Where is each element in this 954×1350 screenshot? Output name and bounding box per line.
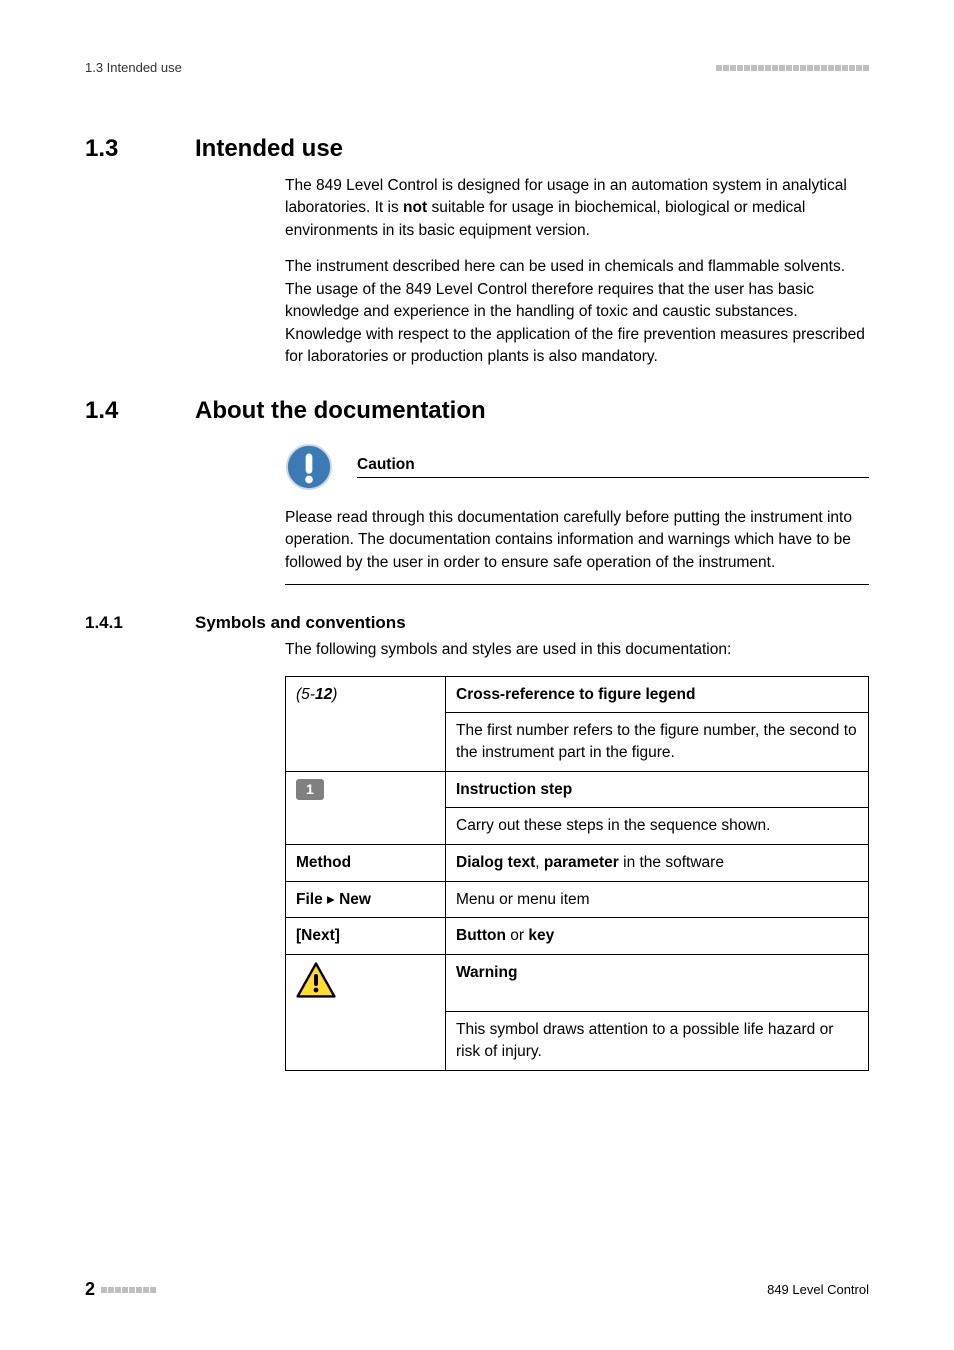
subsection-number: 1.4.1 [85, 613, 195, 633]
section-1-3-para-1: The 849 Level Control is designed for us… [285, 175, 869, 242]
method-desc: Dialog text, parameter in the software [446, 845, 869, 882]
table-row: Warning [286, 955, 869, 1012]
page-footer: 2 849 Level Control [85, 1279, 869, 1300]
next-desc: Button or key [446, 918, 869, 955]
instruction-step-title: Instruction step [446, 771, 869, 808]
table-row: 1 Instruction step [286, 771, 869, 808]
caution-header: Caution [285, 443, 869, 491]
method-key: Method [286, 845, 446, 882]
subsection-title: Symbols and conventions [195, 613, 406, 633]
section-number: 1.4 [85, 397, 195, 425]
table-row: This symbol draws attention to a possibl… [286, 1012, 869, 1070]
cross-ref-title: Cross-reference to figure legend [446, 676, 869, 713]
subsection-intro: The following symbols and styles are use… [285, 639, 869, 661]
caution-label: Caution [357, 456, 869, 477]
file-new-key: File ▸ New [286, 881, 446, 918]
header-section-ref: 1.3 Intended use [85, 60, 182, 75]
warning-symbol-cell [286, 955, 446, 1012]
section-number: 1.3 [85, 135, 195, 163]
file-new-desc: Menu or menu item [446, 881, 869, 918]
warning-body: This symbol draws attention to a possibl… [446, 1012, 869, 1070]
subsection-heading-1-4-1: 1.4.1 Symbols and conventions [85, 613, 869, 633]
footer-decoration [101, 1287, 156, 1293]
page-header: 1.3 Intended use [85, 60, 869, 75]
table-row: [Next] Button or key [286, 918, 869, 955]
caution-icon [285, 443, 333, 491]
caution-body: Please read through this documentation c… [285, 507, 869, 574]
next-key: [Next] [286, 918, 446, 955]
section-1-3-para-2: The instrument described here can be use… [285, 256, 869, 368]
table-row: (5-12) Cross-reference to figure legend [286, 676, 869, 713]
header-decoration [716, 65, 869, 71]
table-row: Carry out these steps in the sequence sh… [286, 808, 869, 845]
conventions-table: (5-12) Cross-reference to figure legend … [285, 676, 869, 1071]
instruction-step-symbol: 1 [286, 771, 446, 808]
section-title: Intended use [195, 135, 343, 163]
cross-ref-body: The first number refers to the figure nu… [446, 713, 869, 771]
caution-bottom-rule [285, 584, 869, 585]
table-row: File ▸ New Menu or menu item [286, 881, 869, 918]
instruction-step-body: Carry out these steps in the sequence sh… [446, 808, 869, 845]
footer-left: 2 [85, 1279, 156, 1300]
caution-block: Caution Please read through this documen… [285, 443, 869, 574]
footer-product-name: 849 Level Control [767, 1282, 869, 1297]
section-heading-1-3: 1.3 Intended use [85, 135, 869, 163]
warning-triangle-icon [296, 962, 336, 998]
table-row: Method Dialog text, parameter in the sof… [286, 845, 869, 882]
caution-top-rule [357, 477, 869, 478]
page-number: 2 [85, 1279, 95, 1300]
cross-ref-symbol: (5-12) [286, 676, 446, 713]
table-row: The first number refers to the figure nu… [286, 713, 869, 771]
warning-title: Warning [446, 955, 869, 1012]
section-heading-1-4: 1.4 About the documentation [85, 397, 869, 425]
section-title: About the documentation [195, 397, 486, 425]
